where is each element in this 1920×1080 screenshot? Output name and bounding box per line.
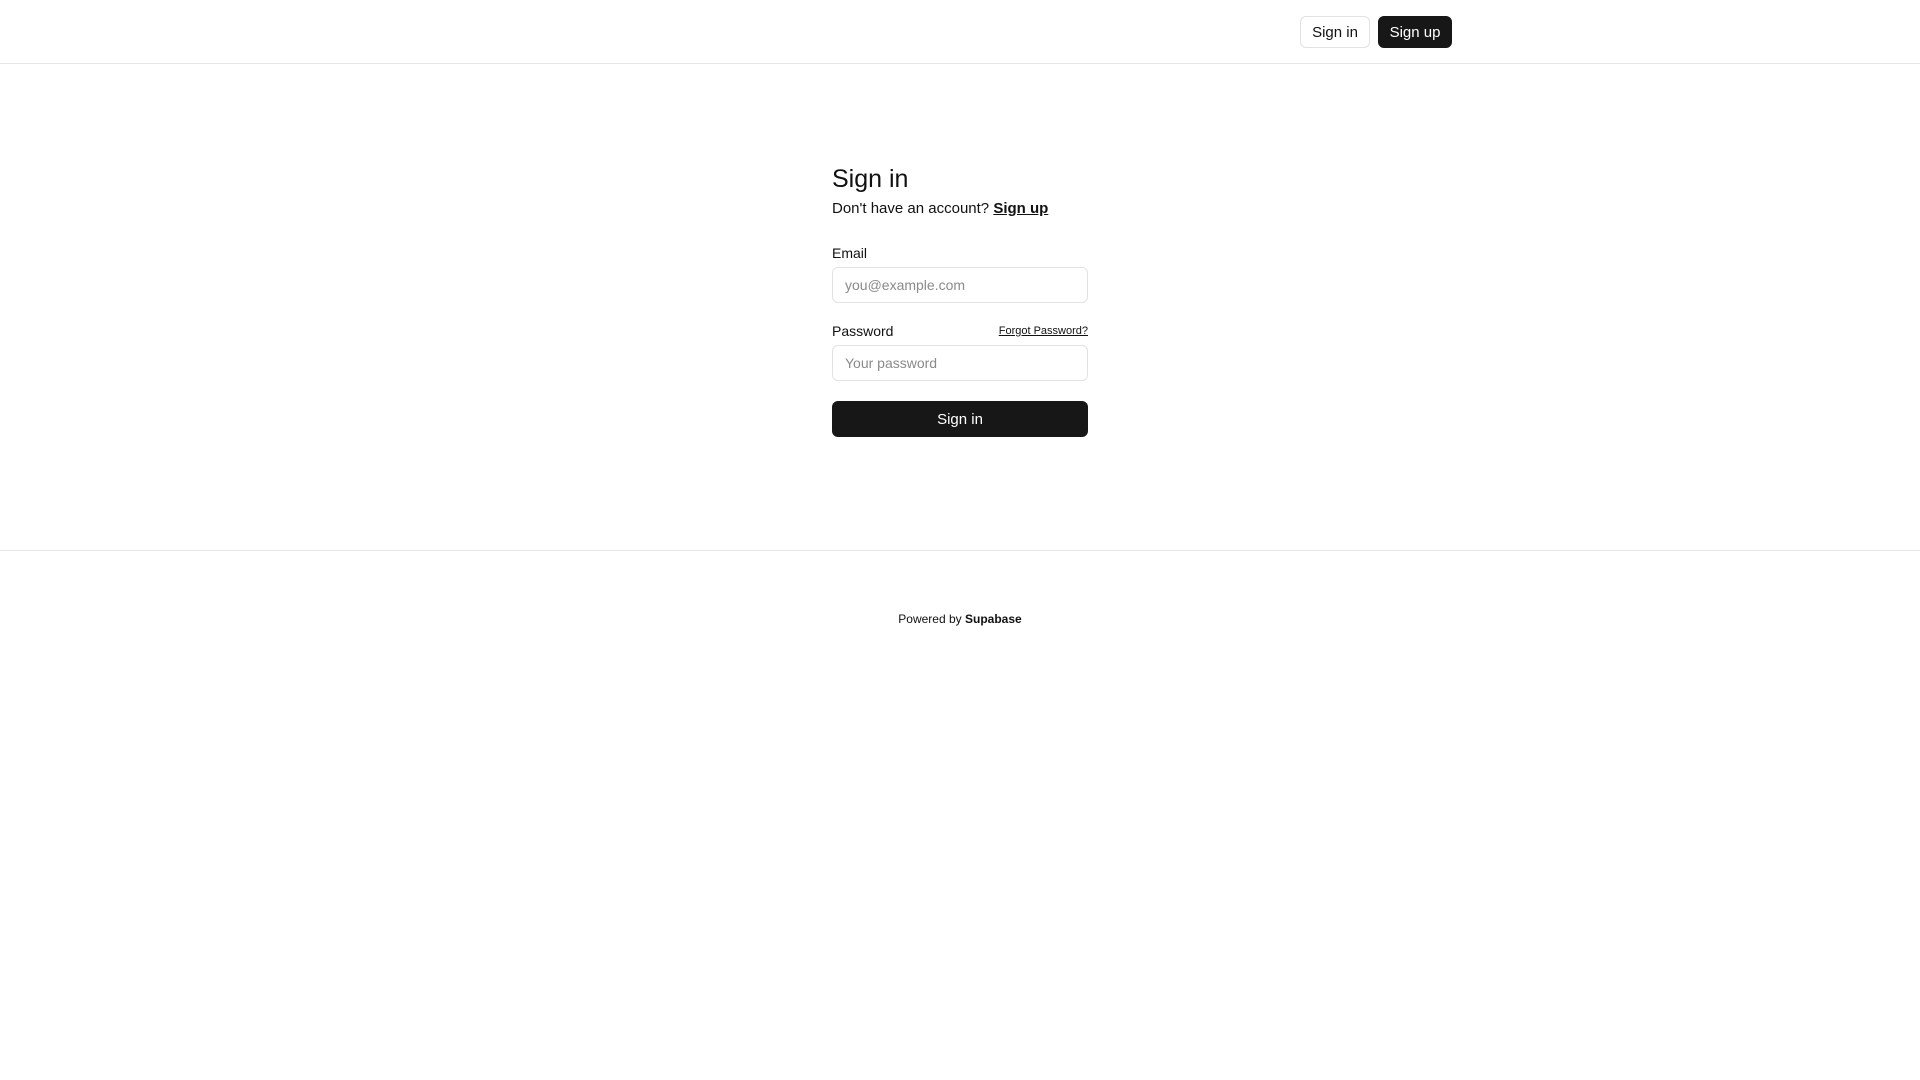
footer-prefix: Powered by [898, 612, 962, 626]
signup-link[interactable]: Sign up [993, 200, 1048, 217]
password-label: Password [832, 323, 894, 339]
email-label-row: Email [832, 243, 1088, 263]
forgot-password-link[interactable]: Forgot Password? [999, 325, 1088, 337]
signup-prompt: Don't have an account? Sign up [832, 198, 1088, 220]
email-label: Email [832, 245, 868, 261]
supabase-link[interactable]: Supabase [965, 612, 1022, 626]
signup-prompt-text: Don't have an account? [832, 200, 990, 217]
sign-in-form: Sign in Don't have an account? Sign up E… [832, 160, 1088, 437]
sign-in-submit-button[interactable]: Sign in [832, 401, 1088, 437]
password-input[interactable] [832, 345, 1088, 381]
nav-sign-in-button[interactable]: Sign in [1300, 16, 1370, 48]
page-title: Sign in [832, 165, 909, 193]
email-input[interactable] [832, 267, 1088, 303]
nav-sign-up-button[interactable]: Sign up [1378, 16, 1452, 48]
password-label-row: Password Forgot Password? [832, 321, 1088, 341]
top-nav: Sign in Sign up [0, 0, 1920, 64]
footer-divider [0, 550, 1920, 551]
footer: Powered by Supabase [0, 612, 1920, 626]
